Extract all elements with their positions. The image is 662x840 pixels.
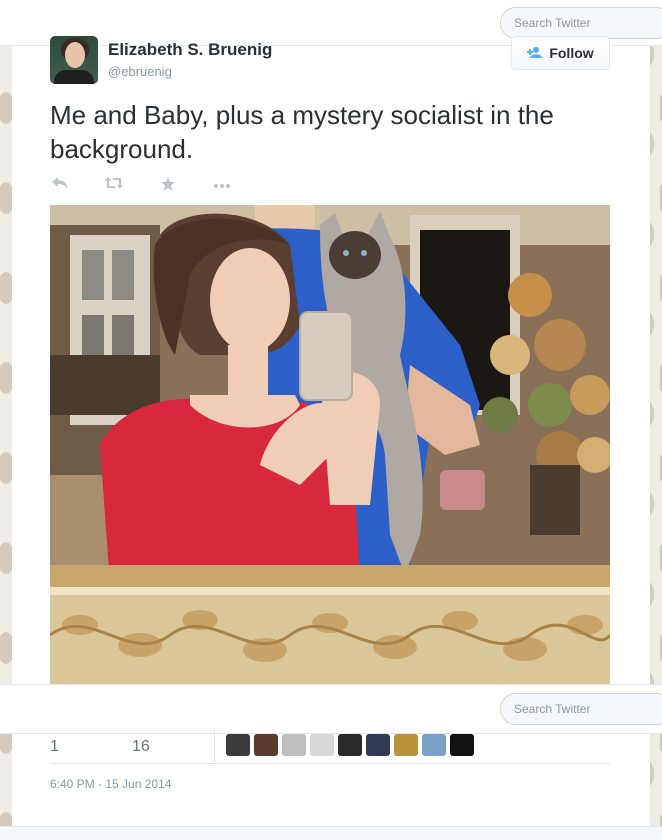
more-icon[interactable] — [212, 176, 232, 196]
sticky-top-bar: Search Twitter — [0, 684, 662, 734]
retweet-icon[interactable] — [104, 176, 124, 196]
favoriter-avatar[interactable] — [450, 734, 474, 756]
tweet-text: Me and Baby, plus a mystery socialist in… — [50, 100, 554, 164]
favorite-icon[interactable] — [158, 176, 178, 196]
retweet-count[interactable]: 1 — [50, 738, 59, 756]
favoriter-avatar[interactable] — [422, 734, 446, 756]
favorite-count[interactable]: 16 — [132, 738, 150, 756]
tweet-actions — [50, 176, 232, 196]
author-name[interactable]: Elizabeth S. Bruenig — [108, 40, 272, 60]
follow-button[interactable]: Follow — [511, 36, 610, 70]
search-input[interactable]: Search Twitter — [500, 7, 662, 39]
favoriter-avatar[interactable] — [394, 734, 418, 756]
footer-strip — [0, 826, 662, 840]
divider — [50, 763, 610, 764]
search-input-sticky[interactable]: Search Twitter — [500, 693, 662, 725]
tweet-timestamp[interactable]: 6:40 PM - 15 Jun 2014 — [50, 777, 171, 791]
favoriter-avatar[interactable] — [310, 734, 334, 756]
reply-icon[interactable] — [50, 176, 70, 196]
favoriter-avatar[interactable] — [282, 734, 306, 756]
author-handle[interactable]: @ebruenig — [108, 64, 172, 79]
follow-label: Follow — [549, 45, 594, 61]
favoriter-avatar[interactable] — [338, 734, 362, 756]
tweet-photo[interactable] — [50, 205, 610, 685]
favoriter-avatar[interactable] — [254, 734, 278, 756]
favoriter-avatars — [226, 734, 474, 756]
follow-user-icon — [527, 46, 543, 61]
avatar[interactable] — [50, 36, 98, 84]
favoriter-avatar[interactable] — [226, 734, 250, 756]
stats-divider — [214, 730, 215, 762]
tweet-stats: 1 16 — [50, 730, 610, 764]
favoriter-avatar[interactable] — [366, 734, 390, 756]
